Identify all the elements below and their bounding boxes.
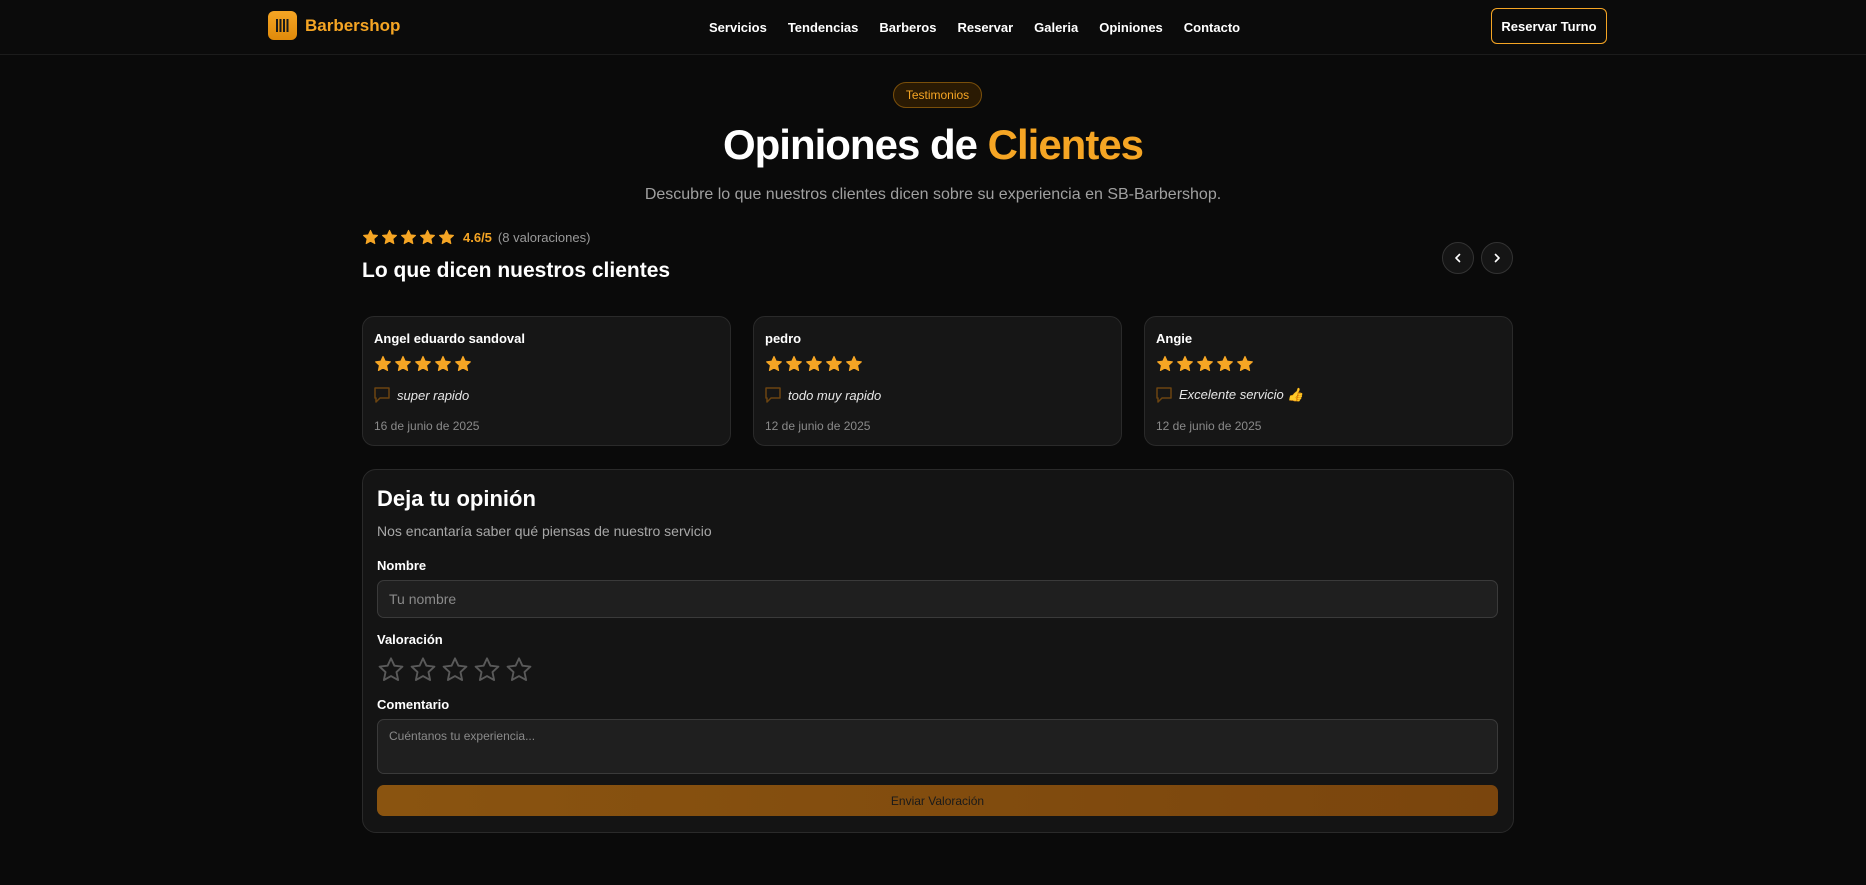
comment-icon bbox=[765, 387, 781, 403]
nav-link-galeria[interactable]: Galeria bbox=[1034, 20, 1078, 35]
nav-link-servicios[interactable]: Servicios bbox=[709, 20, 767, 35]
reviewer-name: pedro bbox=[765, 331, 802, 346]
star-icon bbox=[434, 355, 452, 373]
review-date: 12 de junio de 2025 bbox=[1156, 419, 1262, 433]
star-icon bbox=[362, 229, 379, 246]
rating-star-2-icon[interactable] bbox=[409, 656, 437, 684]
average-score: 4.6/5 bbox=[463, 230, 492, 245]
review-card: pedro todo muy rapido 12 de junio de 202… bbox=[753, 316, 1122, 446]
rating-label: Valoración bbox=[377, 632, 443, 647]
comment-icon bbox=[1156, 387, 1172, 403]
review-comment: todo muy rapido bbox=[764, 386, 881, 404]
star-icon bbox=[1156, 355, 1174, 373]
nav-link-reservar[interactable]: Reservar bbox=[957, 20, 1013, 35]
star-icon bbox=[785, 355, 803, 373]
barber-pole-icon bbox=[268, 11, 297, 40]
review-stars bbox=[374, 355, 472, 373]
star-icon bbox=[438, 229, 455, 246]
brand-name: Barbershop bbox=[305, 15, 401, 35]
star-icon bbox=[1176, 355, 1194, 373]
review-date: 12 de junio de 2025 bbox=[765, 419, 871, 433]
name-input[interactable] bbox=[377, 580, 1498, 618]
review-count: (8 valoraciones) bbox=[497, 230, 591, 245]
star-icon bbox=[374, 355, 392, 373]
carousel-next-button[interactable] bbox=[1481, 242, 1513, 274]
nav-link-contacto[interactable]: Contacto bbox=[1184, 20, 1240, 35]
main-menu: Servicios Tendencias Barberos Reservar G… bbox=[709, 0, 1240, 55]
rating-star-3-icon[interactable] bbox=[441, 656, 469, 684]
review-text: Excelente servicio 👍 bbox=[1179, 387, 1304, 402]
page-title: Opiniones de Clientes bbox=[0, 121, 1866, 169]
star-icon bbox=[825, 355, 843, 373]
form-subtitle: Nos encantaría saber qué piensas de nues… bbox=[377, 523, 712, 539]
brand-logo[interactable]: Barbershop bbox=[268, 11, 400, 40]
top-navbar: Barbershop Servicios Tendencias Barberos… bbox=[0, 0, 1866, 55]
star-icon bbox=[381, 229, 398, 246]
review-comment: super rapido bbox=[373, 386, 469, 404]
reviews-heading: Lo que dicen nuestros clientes bbox=[362, 259, 671, 282]
star-icon bbox=[400, 229, 417, 246]
review-text: super rapido bbox=[397, 387, 470, 403]
rating-star-5-icon[interactable] bbox=[505, 656, 533, 684]
review-form: Deja tu opinión Nos encantaría saber qué… bbox=[362, 469, 1514, 833]
review-comment: Excelente servicio 👍 bbox=[1155, 386, 1304, 404]
page-subtitle: Descubre lo que nuestros clientes dicen … bbox=[644, 186, 1222, 203]
star-icon bbox=[454, 355, 472, 373]
rating-star-1-icon[interactable] bbox=[377, 656, 405, 684]
rating-summary: 4.6/5 (8 valoraciones) bbox=[362, 229, 590, 246]
star-icon bbox=[765, 355, 783, 373]
review-card: Angel eduardo sandoval super rapido 16 d… bbox=[362, 316, 731, 446]
review-stars bbox=[1156, 355, 1254, 373]
review-card: Angie Excelente servicio 👍 12 de junio d… bbox=[1144, 316, 1513, 446]
nav-link-tendencias[interactable]: Tendencias bbox=[788, 20, 859, 35]
title-accent: Clientes bbox=[987, 121, 1144, 168]
rating-selector bbox=[377, 656, 533, 684]
rating-star-4-icon[interactable] bbox=[473, 656, 501, 684]
carousel-prev-button[interactable] bbox=[1442, 242, 1474, 274]
star-icon bbox=[419, 229, 436, 246]
name-label: Nombre bbox=[377, 558, 427, 573]
reviewer-name: Angel eduardo sandoval bbox=[374, 331, 525, 346]
star-icon bbox=[414, 355, 432, 373]
chevron-left-icon bbox=[1455, 253, 1461, 263]
submit-review-button[interactable]: Enviar Valoración bbox=[377, 785, 1498, 816]
chevron-right-icon bbox=[1494, 253, 1500, 263]
book-appointment-button[interactable]: Reservar Turno bbox=[1491, 8, 1607, 44]
comment-label: Comentario bbox=[377, 697, 450, 712]
star-icon bbox=[1236, 355, 1254, 373]
summary-stars bbox=[362, 229, 455, 246]
review-stars bbox=[765, 355, 863, 373]
star-icon bbox=[1196, 355, 1214, 373]
star-icon bbox=[805, 355, 823, 373]
nav-link-barberos[interactable]: Barberos bbox=[879, 20, 936, 35]
title-plain: Opiniones de bbox=[722, 121, 988, 168]
star-icon bbox=[1216, 355, 1234, 373]
review-date: 16 de junio de 2025 bbox=[374, 419, 480, 433]
star-icon bbox=[394, 355, 412, 373]
comment-icon bbox=[374, 387, 390, 403]
review-text: todo muy rapido bbox=[788, 387, 882, 403]
reviewer-name: Angie bbox=[1156, 331, 1193, 346]
comment-textarea[interactable] bbox=[377, 719, 1498, 774]
section-badge: Testimonios bbox=[893, 82, 982, 108]
form-title: Deja tu opinión bbox=[377, 486, 536, 511]
nav-link-opiniones[interactable]: Opiniones bbox=[1099, 20, 1163, 35]
star-icon bbox=[845, 355, 863, 373]
